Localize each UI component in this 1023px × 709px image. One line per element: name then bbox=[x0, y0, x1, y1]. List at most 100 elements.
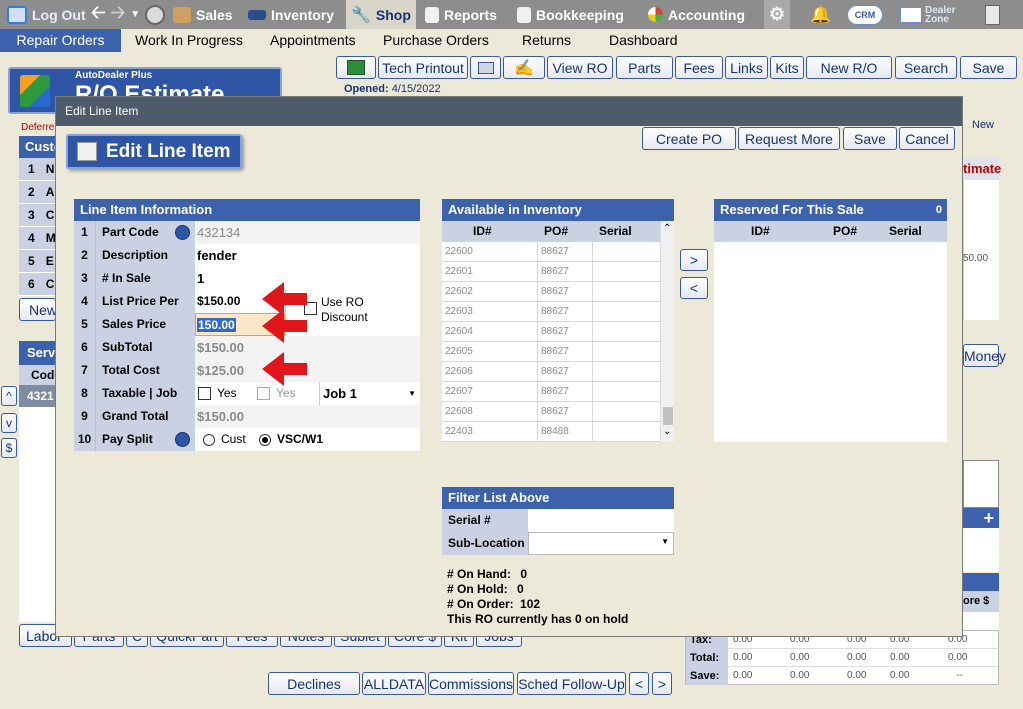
sign-button[interactable]: ✍ bbox=[503, 56, 545, 79]
report-icon bbox=[425, 6, 439, 23]
bell-icon[interactable]: 🔔 bbox=[805, 0, 836, 29]
next-button[interactable]: > bbox=[652, 672, 672, 695]
inventory-row[interactable]: 22602 88627 bbox=[442, 282, 660, 302]
part-lookup-icon[interactable] bbox=[175, 225, 190, 240]
forward-arrow-icon[interactable]: 🡢 bbox=[111, 0, 126, 30]
scroll-thumb[interactable] bbox=[663, 407, 673, 425]
search-button[interactable]: Search bbox=[895, 56, 957, 79]
subtab-purchase-orders[interactable]: Purchase Orders bbox=[383, 29, 489, 52]
new-ro-button[interactable]: New R/O bbox=[806, 56, 892, 79]
fees-button[interactable]: Fees bbox=[675, 56, 723, 79]
new-label[interactable]: New bbox=[972, 119, 994, 131]
annotation-arrow bbox=[262, 352, 307, 386]
job-select[interactable]: Job 1 ▼ bbox=[319, 382, 420, 405]
inventory-row[interactable]: 22603 88627 bbox=[442, 302, 660, 322]
shop-subnav: Repair Orders Work In Progress Appointme… bbox=[0, 29, 1023, 52]
tech-printout-button[interactable]: Tech Printout bbox=[378, 56, 468, 79]
price-button[interactable]: $ bbox=[1, 438, 17, 458]
dialog-save-button[interactable]: Save bbox=[843, 127, 897, 150]
tab-bookkeeping[interactable]: Bookkeeping bbox=[512, 0, 639, 29]
subtab-returns[interactable]: Returns bbox=[522, 29, 571, 52]
customer-row: 5E bbox=[19, 250, 56, 273]
sched-follow-up-button[interactable]: Sched Follow-Up bbox=[517, 672, 626, 695]
tab-accounting[interactable]: Accounting bbox=[643, 0, 760, 29]
scroll-up-icon[interactable]: ⌃ bbox=[663, 223, 671, 234]
edit-line-item-dialog: Edit Line Item Edit Line Item Create PO … bbox=[55, 96, 963, 637]
subtotal-value: $150.00 bbox=[195, 336, 420, 359]
money-button[interactable]: Money bbox=[963, 344, 1006, 367]
customer-row: 1N bbox=[19, 158, 56, 181]
description-field[interactable]: fender bbox=[195, 244, 420, 267]
view-ro-button[interactable]: View RO bbox=[547, 56, 613, 79]
subtab-work-in-progress[interactable]: Work In Progress bbox=[135, 29, 243, 52]
print-button[interactable] bbox=[470, 56, 501, 79]
car-icon bbox=[248, 9, 266, 20]
inventory-row[interactable]: 22605 88627 bbox=[442, 342, 660, 362]
new-customer-button[interactable]: New bbox=[19, 298, 57, 321]
inventory-row[interactable]: 22606 88627 bbox=[442, 362, 660, 382]
subtab-appointments[interactable]: Appointments bbox=[270, 29, 356, 52]
subtab-repair-orders[interactable]: Repair Orders bbox=[0, 29, 121, 52]
tab-reports[interactable]: Reports bbox=[420, 0, 508, 29]
taxable-checkbox[interactable] bbox=[198, 387, 211, 400]
tab-shop[interactable]: 🔧 Shop bbox=[346, 0, 416, 29]
commissions-button[interactable]: Commissions bbox=[428, 672, 514, 695]
parts-button[interactable]: Parts bbox=[616, 56, 673, 79]
serial-filter-input[interactable] bbox=[528, 509, 674, 532]
declines-button[interactable]: Declines bbox=[268, 672, 360, 695]
reserved-column-headers: ID# PO# Serial bbox=[714, 221, 947, 242]
cube-logo-icon bbox=[20, 75, 50, 107]
reserved-list[interactable] bbox=[714, 242, 947, 442]
kits-button[interactable]: Kits bbox=[770, 56, 804, 79]
history-nav: 🡠 🡢 ▼ bbox=[86, 0, 145, 29]
pie-chart-icon bbox=[648, 7, 663, 22]
inventory-scrollbar[interactable]: ⌃ ⌄ bbox=[660, 221, 674, 442]
subtab-dashboard[interactable]: Dashboard bbox=[609, 29, 678, 52]
calculator-icon[interactable] bbox=[980, 0, 1005, 29]
back-arrow-icon[interactable]: 🡠 bbox=[91, 0, 106, 30]
alldata-button[interactable]: ALLDATA bbox=[362, 672, 426, 695]
inventory-row[interactable]: 22600 88627 bbox=[442, 242, 660, 262]
customer-row: 6C bbox=[19, 273, 56, 296]
save-button[interactable]: Save bbox=[960, 56, 1017, 79]
inventory-row[interactable]: 22604 88627 bbox=[442, 322, 660, 342]
logout-button[interactable]: Log Out bbox=[2, 0, 91, 29]
links-button[interactable]: Links bbox=[725, 56, 768, 79]
scroll-down-icon[interactable]: ⌄ bbox=[663, 426, 671, 437]
dialog-cancel-button[interactable]: Cancel bbox=[899, 127, 955, 150]
request-more-button[interactable]: Request More bbox=[738, 127, 840, 150]
tab-inventory[interactable]: Inventory bbox=[243, 0, 343, 29]
move-to-available-button[interactable]: < bbox=[680, 277, 708, 299]
inventory-list[interactable]: 22600 88627 22601 88627 22602 88627 22603 88… bbox=[442, 242, 660, 442]
support-icon[interactable] bbox=[140, 0, 170, 29]
services-panel-header: Serv bbox=[19, 341, 56, 365]
inventory-row[interactable]: 22403 88488 bbox=[442, 422, 660, 442]
move-up-button[interactable]: ^ bbox=[1, 386, 17, 406]
pay-split-cust-radio[interactable] bbox=[203, 434, 215, 446]
customer-panel-header: Custo bbox=[19, 136, 62, 158]
history-dropdown-icon[interactable]: ▼ bbox=[130, 9, 140, 20]
pay-split-vsc-radio[interactable] bbox=[259, 434, 271, 446]
move-down-button[interactable]: v bbox=[1, 413, 17, 433]
crm-button[interactable]: CRM bbox=[842, 0, 888, 29]
quantity-field[interactable]: 1 bbox=[195, 267, 420, 290]
sublocation-select[interactable]: ▼ bbox=[528, 532, 674, 555]
create-po-button[interactable]: Create PO bbox=[642, 127, 736, 150]
customer-row: 4M bbox=[19, 227, 56, 250]
inventory-row[interactable]: 22607 88627 bbox=[442, 382, 660, 402]
tab-sales[interactable]: Sales bbox=[168, 0, 241, 29]
inventory-row[interactable]: 22608 88627 bbox=[442, 402, 660, 422]
prev-button[interactable]: < bbox=[629, 672, 649, 695]
add-plus-icon[interactable]: + bbox=[963, 508, 999, 528]
row-part-code: 1 Part Code 432134 bbox=[74, 221, 420, 244]
totals-header-bar bbox=[963, 573, 999, 591]
customer-row: 2A bbox=[19, 181, 56, 204]
dealer-zone-button[interactable]: Dealer Zone bbox=[895, 0, 961, 29]
settings-gear-icon[interactable]: ⚙ bbox=[764, 0, 790, 29]
pay-split-info-icon[interactable] bbox=[175, 432, 190, 447]
crm-cloud-icon: CRM bbox=[847, 4, 883, 25]
service-code-cell[interactable]: 4321 bbox=[19, 385, 56, 407]
export-excel-button[interactable] bbox=[336, 56, 376, 79]
inventory-row[interactable]: 22601 88627 bbox=[442, 262, 660, 282]
move-to-reserved-button[interactable]: > bbox=[680, 249, 708, 271]
